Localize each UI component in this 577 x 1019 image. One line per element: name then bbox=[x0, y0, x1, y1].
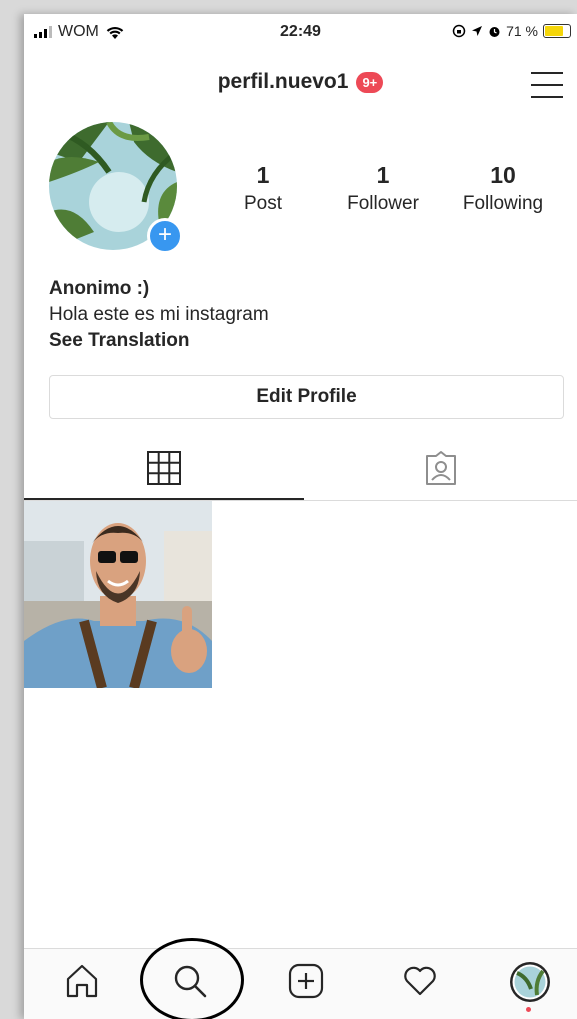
username: perfil.nuevo1 bbox=[217, 70, 349, 93]
post-thumbnail[interactable] bbox=[24, 501, 212, 688]
following-label: Following bbox=[462, 193, 544, 214]
nav-home[interactable] bbox=[60, 961, 104, 1005]
add-story-button[interactable]: + bbox=[147, 218, 183, 254]
stat-following[interactable]: 10 Following bbox=[443, 162, 563, 215]
stat-posts[interactable]: 1 Post bbox=[203, 162, 323, 215]
edit-profile-button[interactable]: Edit Profile bbox=[49, 375, 564, 419]
profile-header: perfil.nuevo1 9+ bbox=[24, 66, 577, 106]
tagged-icon bbox=[425, 451, 456, 485]
profile-tabs bbox=[24, 436, 577, 501]
notification-badge: 9+ bbox=[356, 71, 384, 93]
home-icon bbox=[66, 964, 98, 998]
status-right: 71 % bbox=[452, 23, 571, 39]
battery-percent: 71 % bbox=[506, 23, 538, 39]
annotation-circle bbox=[140, 938, 244, 1019]
stat-followers[interactable]: 1 Follower bbox=[323, 162, 443, 215]
profile-avatar-icon bbox=[510, 962, 550, 1002]
see-translation-link[interactable]: See Translation bbox=[49, 328, 269, 354]
phone-screen: WOM 22:49 71 % perfil.nuevo1 9+ + 1 Post… bbox=[24, 14, 577, 1019]
status-bar: WOM 22:49 71 % bbox=[24, 14, 577, 52]
nav-new-post[interactable] bbox=[284, 961, 328, 1005]
activity-dot bbox=[526, 1007, 531, 1012]
profile-bio: Anonimo :) Hola este es mi instagram See… bbox=[49, 276, 269, 354]
posts-label: Post bbox=[243, 193, 283, 214]
bio-text: Hola este es mi instagram bbox=[49, 304, 269, 325]
hamburger-menu-icon[interactable] bbox=[531, 72, 563, 98]
profile-name: Anonimo :) bbox=[49, 278, 150, 299]
add-post-icon bbox=[288, 963, 324, 999]
rotation-lock-icon bbox=[452, 24, 466, 38]
posts-count: 1 bbox=[256, 162, 270, 188]
followers-count: 1 bbox=[376, 162, 390, 188]
tab-tagged[interactable] bbox=[304, 436, 577, 500]
location-icon bbox=[472, 26, 483, 36]
nav-activity[interactable] bbox=[398, 961, 442, 1005]
followers-label: Follower bbox=[347, 193, 419, 214]
alarm-icon bbox=[489, 26, 500, 37]
tab-grid[interactable] bbox=[24, 436, 304, 500]
heart-icon bbox=[404, 966, 436, 996]
following-count: 10 bbox=[490, 162, 516, 188]
battery-icon bbox=[543, 24, 571, 38]
profile-avatar[interactable]: + bbox=[49, 122, 183, 254]
grid-icon bbox=[147, 451, 181, 485]
bottom-navigation bbox=[24, 948, 577, 1019]
username-switcher[interactable]: perfil.nuevo1 9+ bbox=[218, 70, 384, 94]
nav-profile[interactable] bbox=[508, 961, 552, 1012]
